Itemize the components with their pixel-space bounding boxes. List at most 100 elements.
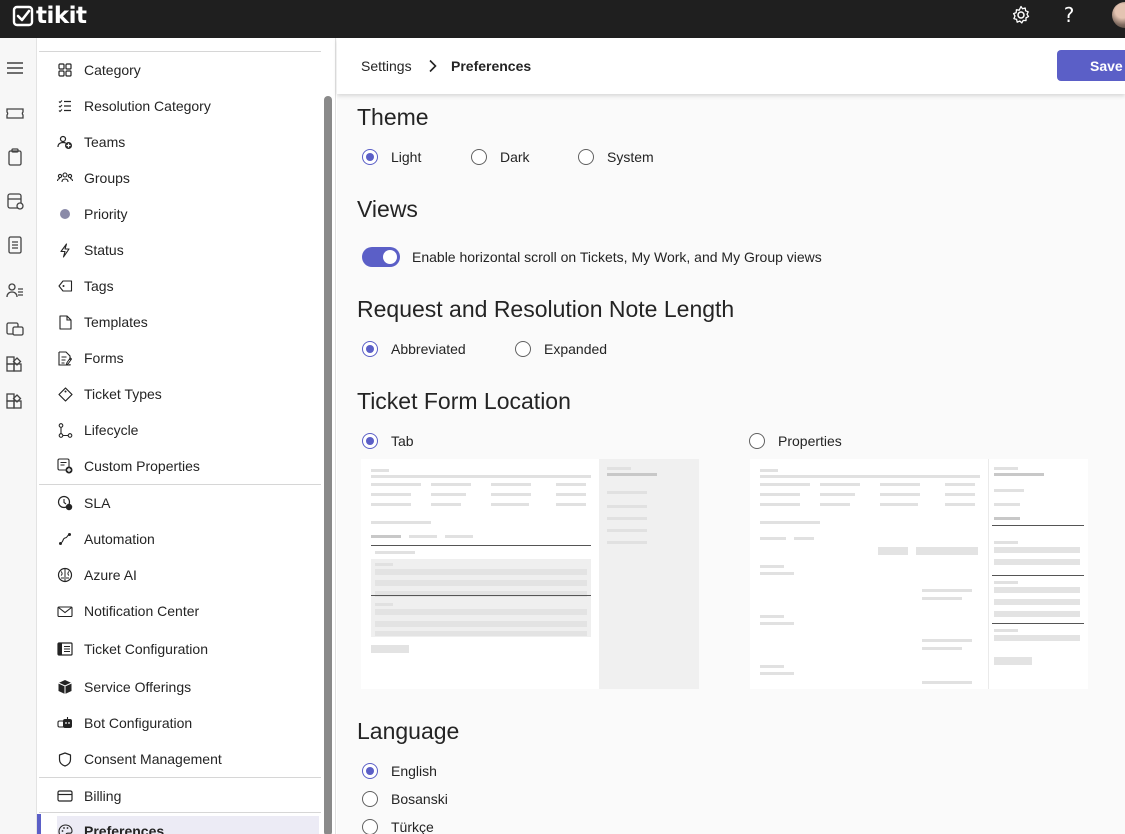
form-location-title: Ticket Form Location [357, 388, 571, 414]
preview-tab [371, 535, 401, 538]
radio-dot[interactable] [471, 149, 487, 165]
sla-icon [57, 495, 73, 511]
nav-item-label: Groups [84, 170, 130, 186]
preview-divider [992, 575, 1084, 576]
radio-dot[interactable] [749, 433, 765, 449]
preview-bar [371, 493, 411, 496]
nav-item-ticket-types[interactable]: Ticket Types [57, 379, 319, 409]
help-icon[interactable]: ? [1058, 3, 1080, 27]
settings-gear-icon[interactable] [1010, 4, 1032, 26]
nav-item-consent-management[interactable]: Consent Management [57, 744, 319, 774]
billing-icon [57, 788, 73, 804]
radio-dot[interactable] [362, 341, 378, 357]
preview-bar [375, 603, 393, 606]
preview-block [994, 559, 1080, 565]
apps-icon[interactable] [5, 393, 25, 413]
preview-bar [375, 551, 415, 554]
note-length-option-abbreviated[interactable]: Abbreviated [362, 339, 466, 359]
nav-divider [39, 51, 321, 52]
radio-dot[interactable] [362, 763, 378, 779]
nav-item-bot-configuration[interactable]: Bot Configuration [57, 708, 319, 738]
nav-item-label: Ticket Types [84, 386, 162, 402]
preview-divider [992, 525, 1084, 526]
nav-item-resolution-category[interactable]: Resolution Category [57, 91, 319, 121]
clipboard-icon[interactable] [5, 147, 25, 167]
preview-bar [994, 489, 1024, 492]
nav-item-notification-center[interactable]: Notification Center [57, 596, 319, 626]
people-list-icon[interactable] [5, 280, 25, 300]
radio-dot[interactable] [362, 433, 378, 449]
radio-label: Dark [500, 149, 530, 165]
preview-divider [371, 595, 591, 596]
preview-bar [922, 681, 972, 684]
preview-block [375, 621, 587, 627]
hamburger-menu-icon[interactable] [5, 58, 25, 78]
apps-add-icon[interactable] [5, 356, 25, 376]
radio-label: Abbreviated [391, 341, 466, 357]
nav-item-groups[interactable]: Groups [57, 163, 319, 193]
radio-label: Properties [778, 433, 842, 449]
nav-item-preferences[interactable]: Preferences [57, 816, 319, 834]
nav-item-priority[interactable]: Priority [57, 199, 319, 229]
nav-item-ticket-configuration[interactable]: Ticket Configuration [57, 634, 319, 664]
nav-item-category[interactable]: Category [57, 55, 319, 85]
nav-item-forms[interactable]: Forms [57, 343, 319, 373]
tab-layout-preview[interactable] [361, 459, 699, 689]
radio-dot[interactable] [578, 149, 594, 165]
user-avatar[interactable] [1112, 2, 1125, 28]
database-icon[interactable] [5, 191, 25, 211]
preview-bar [880, 483, 920, 486]
nav-item-tags[interactable]: Tags [57, 271, 319, 301]
preview-bar [607, 467, 631, 470]
language-title: Language [357, 718, 460, 744]
radio-dot[interactable] [515, 341, 531, 357]
bot-icon [57, 715, 73, 731]
language-option-turkce[interactable]: Türkçe [362, 817, 434, 834]
form-location-option-properties[interactable]: Properties [749, 431, 842, 451]
preview-bar [760, 493, 800, 496]
radio-dot[interactable] [362, 791, 378, 807]
note-length-option-expanded[interactable]: Expanded [515, 339, 607, 359]
form-location-option-tab[interactable]: Tab [362, 431, 414, 451]
radio-dot[interactable] [362, 149, 378, 165]
breadcrumb-settings[interactable]: Settings [361, 58, 412, 74]
nav-item-sla[interactable]: SLA [57, 488, 319, 518]
nav-item-label: Consent Management [84, 751, 222, 767]
nav-item-templates[interactable]: Templates [57, 307, 319, 337]
nav-item-azure-ai[interactable]: Azure AI [57, 560, 319, 590]
ticket-icon[interactable] [5, 103, 25, 123]
theme-option-dark[interactable]: Dark [471, 147, 530, 167]
save-button[interactable]: Save [1057, 50, 1125, 81]
preview-bar [994, 541, 1018, 544]
radio-label: Türkçe [391, 819, 434, 834]
properties-layout-preview[interactable] [750, 459, 1088, 689]
preview-bar [880, 493, 920, 496]
nav-item-service-offerings[interactable]: Service Offerings [57, 672, 319, 702]
language-option-bosanski[interactable]: Bosanski [362, 789, 448, 809]
theme-option-system[interactable]: System [578, 147, 654, 167]
preview-bar [375, 563, 393, 566]
horizontal-scroll-toggle[interactable] [362, 247, 400, 267]
preview-bar [922, 597, 962, 600]
kb-icon[interactable] [5, 319, 25, 339]
document-list-icon[interactable] [5, 235, 25, 255]
nav-scrollbar-thumb[interactable] [324, 96, 332, 834]
theme-option-light[interactable]: Light [362, 147, 421, 167]
preview-button [994, 657, 1032, 665]
nav-item-teams[interactable]: Teams [57, 127, 319, 157]
radio-dot[interactable] [362, 819, 378, 834]
nav-item-custom-properties[interactable]: Custom Properties [57, 451, 319, 481]
nav-item-status[interactable]: Status [57, 235, 319, 265]
preview-bar [760, 665, 784, 668]
nav-item-label: Bot Configuration [84, 715, 193, 731]
nav-item-lifecycle[interactable]: Lifecycle [57, 415, 319, 445]
logo-check-icon [12, 5, 34, 27]
nav-item-automation[interactable]: Automation [57, 524, 319, 554]
nav-item-label: Automation [84, 531, 155, 547]
nav-item-billing[interactable]: Billing [57, 781, 319, 811]
language-option-english[interactable]: English [362, 761, 437, 781]
nav-scrollbar[interactable] [324, 96, 332, 834]
app-logo[interactable]: tikit [12, 3, 87, 29]
preview-block [994, 599, 1080, 605]
preview-bar [922, 639, 972, 642]
